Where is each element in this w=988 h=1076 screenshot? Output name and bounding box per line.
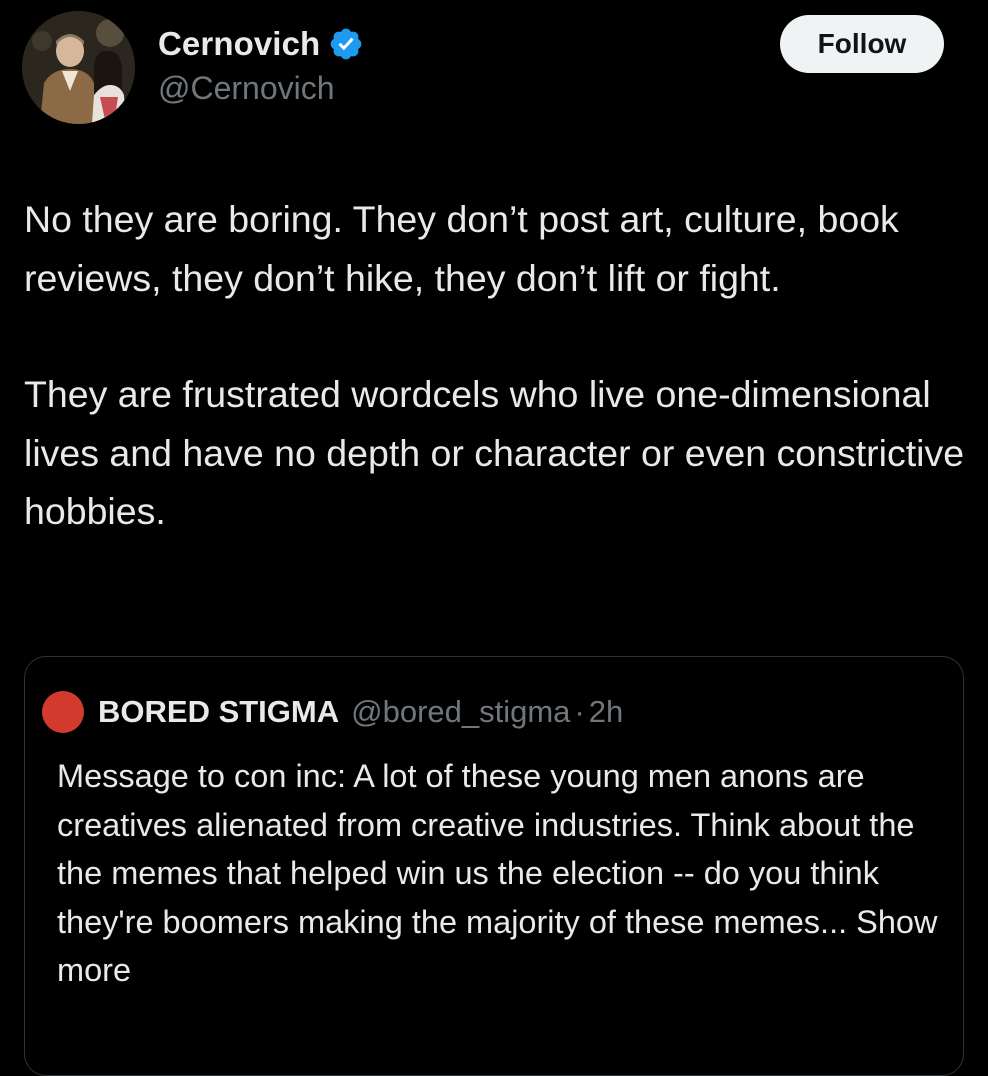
author-name-row: Cernovich (158, 24, 364, 64)
author-display-name[interactable]: Cernovich (158, 25, 320, 63)
author-handle[interactable]: @Cernovich (158, 70, 335, 107)
tweet-paragraph: They are frustrated wordcels who live on… (24, 373, 965, 532)
quoted-author-name[interactable]: BORED STIGMA (98, 694, 339, 730)
quoted-author-avatar[interactable] (42, 691, 84, 733)
tweet-body: No they are boring. They don’t post art,… (24, 190, 974, 541)
quoted-author-handle[interactable]: @bored_stigma (351, 694, 570, 730)
quoted-tweet-time[interactable]: 2h (589, 694, 623, 730)
author-avatar[interactable] (22, 11, 135, 124)
verified-badge-icon[interactable] (328, 26, 364, 62)
follow-button[interactable]: Follow (780, 15, 944, 73)
separator-dot: · (574, 694, 585, 729)
quoted-tweet-body: Message to con inc: A lot of these young… (57, 752, 957, 995)
avatar-photo-icon (22, 11, 135, 124)
tweet-paragraph: No they are boring. They don’t post art,… (24, 198, 899, 299)
tweet-card: Cernovich @Cernovich Follow No they are … (0, 0, 988, 1076)
quoted-tweet-text: Message to con inc: A lot of these young… (57, 758, 915, 940)
quoted-tweet-header: BORED STIGMA @bored_stigma · 2h (42, 690, 623, 734)
